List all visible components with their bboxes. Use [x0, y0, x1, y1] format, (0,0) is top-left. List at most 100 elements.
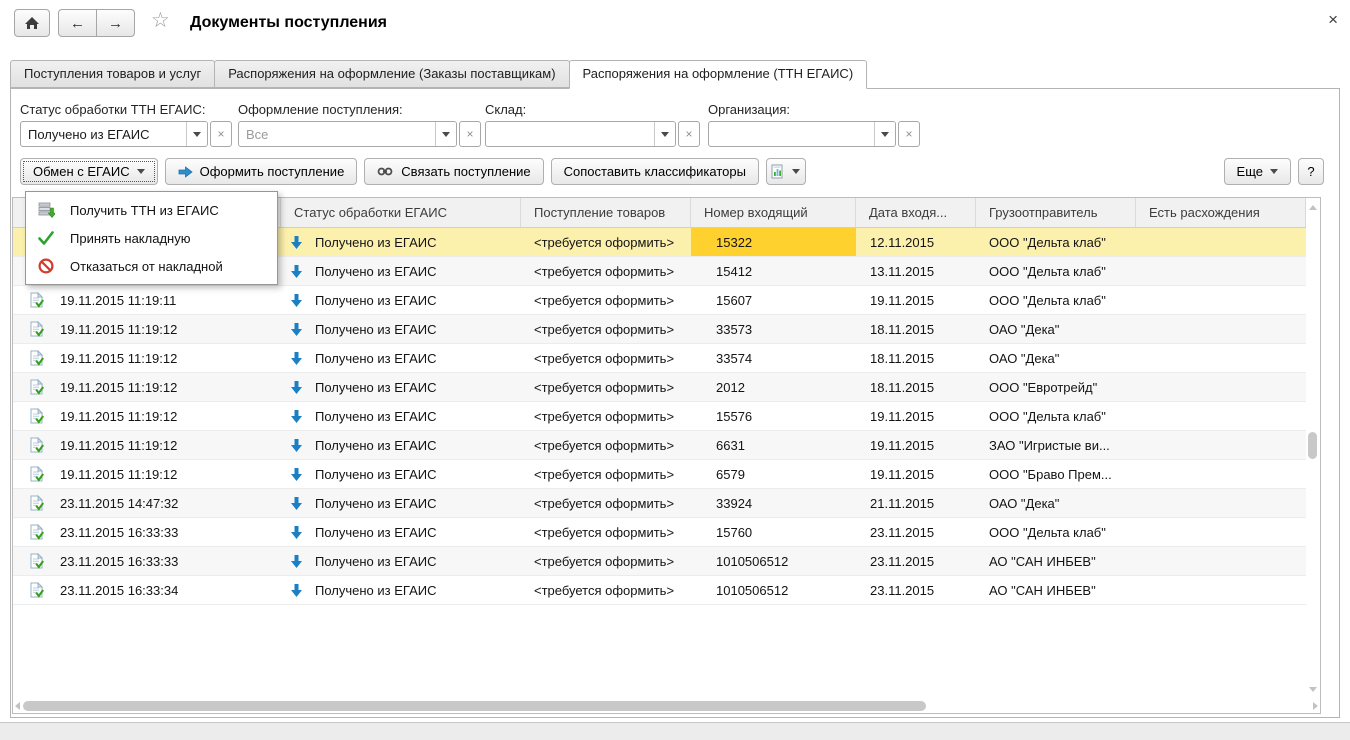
registration-clear-button[interactable]: × — [459, 121, 481, 147]
registration-placeholder[interactable]: Все — [239, 122, 435, 146]
organization-dropdown-button[interactable] — [874, 122, 895, 146]
scroll-right-icon[interactable] — [1313, 702, 1318, 710]
warehouse-dropdown-button[interactable] — [654, 122, 675, 146]
cell-number[interactable]: 6579 — [691, 460, 856, 488]
organization-value[interactable] — [709, 122, 874, 146]
table-row[interactable]: 19.11.2015 11:19:12 Получено из ЕГАИС <тре… — [13, 431, 1306, 460]
warehouse-field[interactable] — [485, 121, 676, 147]
favorite-star-icon[interactable]: ☆ — [151, 8, 170, 33]
cell-number[interactable]: 1010506512 — [691, 576, 856, 604]
status-clear-button[interactable]: × — [210, 121, 232, 147]
cell-receipt[interactable]: <требуется оформить> — [521, 576, 691, 604]
cell-received[interactable]: 19.11.2015 11:19:12 — [13, 460, 281, 488]
cell-shipper[interactable]: ОАО "Дека" — [976, 315, 1136, 343]
cell-date-in[interactable]: 19.11.2015 — [856, 431, 976, 459]
cell-status[interactable]: Получено из ЕГАИС — [281, 518, 521, 546]
cell-receipt[interactable]: <требуется оформить> — [521, 518, 691, 546]
close-icon[interactable]: × — [1328, 11, 1338, 28]
cell-discrepancy[interactable] — [1136, 431, 1306, 459]
table-row[interactable]: 19.11.2015 11:19:12 Получено из ЕГАИС <тре… — [13, 315, 1306, 344]
menu-item-get-ttn[interactable]: Получить ТТН из ЕГАИС — [26, 196, 277, 224]
cell-number[interactable]: 33573 — [691, 315, 856, 343]
cell-date-in[interactable]: 19.11.2015 — [856, 286, 976, 314]
cell-shipper[interactable]: АО "САН ИНБЕВ" — [976, 576, 1136, 604]
cell-discrepancy[interactable] — [1136, 489, 1306, 517]
cell-date-in[interactable]: 21.11.2015 — [856, 489, 976, 517]
table-row[interactable]: 19.11.2015 11:19:12 Получено из ЕГАИС <тре… — [13, 344, 1306, 373]
vertical-scrollbar-thumb[interactable] — [1308, 432, 1317, 459]
table-row[interactable]: 23.11.2015 14:47:32 Получено из ЕГАИС <тре… — [13, 489, 1306, 518]
tab-ttn-egais[interactable]: Распоряжения на оформление (ТТН ЕГАИС) — [568, 60, 868, 89]
cell-discrepancy[interactable] — [1136, 402, 1306, 430]
cell-status[interactable]: Получено из ЕГАИС — [281, 402, 521, 430]
cell-receipt[interactable]: <требуется оформить> — [521, 373, 691, 401]
cell-shipper[interactable]: ЗАО "Игристые ви... — [976, 431, 1136, 459]
register-receipt-button[interactable]: Оформить поступление — [164, 158, 358, 185]
scroll-down-icon[interactable] — [1309, 687, 1317, 692]
cell-discrepancy[interactable] — [1136, 547, 1306, 575]
cell-date-in[interactable]: 23.11.2015 — [856, 576, 976, 604]
cell-receipt[interactable]: <требуется оформить> — [521, 257, 691, 285]
cell-number[interactable]: 2012 — [691, 373, 856, 401]
cell-received[interactable]: 19.11.2015 11:19:12 — [13, 402, 281, 430]
cell-date-in[interactable]: 18.11.2015 — [856, 344, 976, 372]
cell-received[interactable]: 19.11.2015 11:19:12 — [13, 344, 281, 372]
registration-field[interactable]: Все — [238, 121, 457, 147]
cell-number[interactable]: 1010506512 — [691, 547, 856, 575]
table-row[interactable]: 19.11.2015 11:19:11 Получено из ЕГАИС <тре… — [13, 286, 1306, 315]
cell-received[interactable]: 19.11.2015 11:19:11 — [13, 286, 281, 314]
cell-shipper[interactable]: АО "САН ИНБЕВ" — [976, 547, 1136, 575]
cell-receipt[interactable]: <требуется оформить> — [521, 460, 691, 488]
cell-discrepancy[interactable] — [1136, 315, 1306, 343]
column-header-discrepancy[interactable]: Есть расхождения — [1136, 198, 1306, 227]
cell-shipper[interactable]: ООО "Дельта клаб" — [976, 402, 1136, 430]
cell-shipper[interactable]: ООО "Дельта клаб" — [976, 518, 1136, 546]
cell-received[interactable]: 23.11.2015 16:33:34 — [13, 576, 281, 604]
report-button[interactable] — [765, 158, 806, 185]
cell-shipper[interactable]: ОАО "Дека" — [976, 489, 1136, 517]
cell-status[interactable]: Получено из ЕГАИС — [281, 315, 521, 343]
cell-received[interactable]: 23.11.2015 16:33:33 — [13, 518, 281, 546]
cell-shipper[interactable]: ООО "Браво Прем... — [976, 460, 1136, 488]
cell-number[interactable]: 6631 — [691, 431, 856, 459]
table-row[interactable]: 23.11.2015 16:33:33 Получено из ЕГАИС <тре… — [13, 547, 1306, 576]
cell-discrepancy[interactable] — [1136, 460, 1306, 488]
cell-date-in[interactable]: 18.11.2015 — [856, 315, 976, 343]
organization-field[interactable] — [708, 121, 896, 147]
scroll-left-icon[interactable] — [15, 702, 20, 710]
cell-received[interactable]: 23.11.2015 14:47:32 — [13, 489, 281, 517]
home-button[interactable] — [14, 9, 50, 37]
help-button[interactable]: ? — [1298, 158, 1324, 185]
cell-status[interactable]: Получено из ЕГАИС — [281, 431, 521, 459]
cell-discrepancy[interactable] — [1136, 518, 1306, 546]
status-field[interactable]: Получено из ЕГАИС — [20, 121, 208, 147]
cell-date-in[interactable]: 19.11.2015 — [856, 460, 976, 488]
column-header-number[interactable]: Номер входящий — [691, 198, 856, 227]
cell-date-in[interactable]: 19.11.2015 — [856, 402, 976, 430]
cell-date-in[interactable]: 18.11.2015 — [856, 373, 976, 401]
tab-supplier-orders[interactable]: Распоряжения на оформление (Заказы поста… — [214, 60, 570, 88]
cell-status[interactable]: Получено из ЕГАИС — [281, 373, 521, 401]
vertical-scrollbar[interactable] — [1306, 198, 1320, 699]
horizontal-scrollbar[interactable] — [13, 699, 1320, 713]
cell-status[interactable]: Получено из ЕГАИС — [281, 489, 521, 517]
cell-discrepancy[interactable] — [1136, 228, 1306, 256]
back-button[interactable]: ← — [58, 9, 97, 37]
scroll-up-icon[interactable] — [1309, 205, 1317, 210]
cell-number[interactable]: 33574 — [691, 344, 856, 372]
cell-received[interactable]: 19.11.2015 11:19:12 — [13, 431, 281, 459]
cell-status[interactable]: Получено из ЕГАИС — [281, 576, 521, 604]
menu-item-reject-invoice[interactable]: Отказаться от накладной — [26, 252, 277, 280]
cell-shipper[interactable]: ООО "Евротрейд" — [976, 373, 1136, 401]
cell-status[interactable]: Получено из ЕГАИС — [281, 228, 521, 256]
cell-discrepancy[interactable] — [1136, 286, 1306, 314]
more-button[interactable]: Еще — [1223, 158, 1291, 185]
organization-clear-button[interactable]: × — [898, 121, 920, 147]
cell-received[interactable]: 23.11.2015 16:33:33 — [13, 547, 281, 575]
cell-status[interactable]: Получено из ЕГАИС — [281, 286, 521, 314]
forward-button[interactable]: → — [96, 9, 135, 37]
cell-receipt[interactable]: <требуется оформить> — [521, 315, 691, 343]
cell-shipper[interactable]: ООО "Дельта клаб" — [976, 228, 1136, 256]
tab-goods-services[interactable]: Поступления товаров и услуг — [10, 60, 216, 88]
cell-number[interactable]: 15576 — [691, 402, 856, 430]
